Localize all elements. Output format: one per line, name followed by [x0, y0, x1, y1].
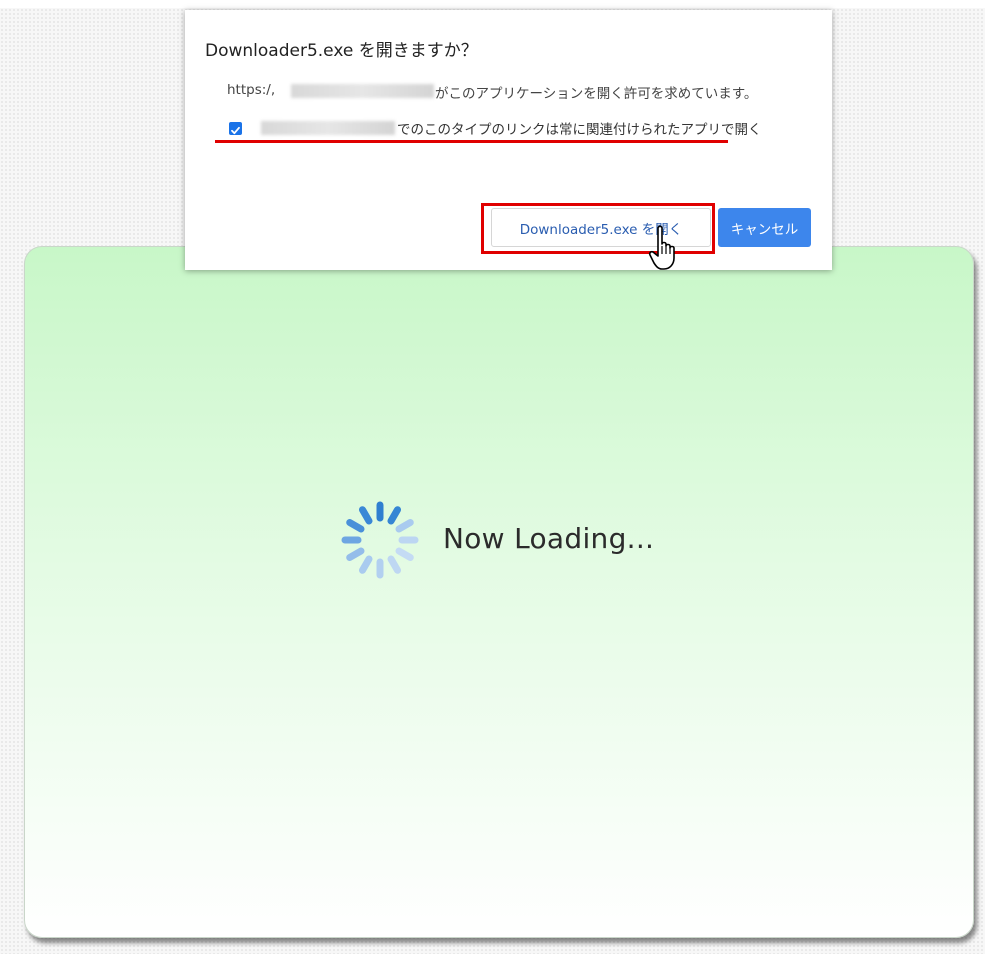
hand-pointer-cursor-icon — [648, 225, 675, 270]
loading-spinner-icon — [341, 501, 419, 579]
loading-text: Now Loading... — [443, 522, 655, 555]
dialog-title: Downloader5.exe を開きますか？ — [205, 41, 478, 61]
browser-top-strip — [0, 0, 985, 8]
loading-panel — [24, 246, 974, 938]
checkmark-icon — [231, 126, 240, 135]
dialog-message-prefix: https:/, — [227, 82, 276, 98]
redacted-url — [291, 84, 434, 98]
always-open-checkbox[interactable] — [229, 122, 242, 135]
always-open-checkbox-label[interactable]: でのこのタイプのリンクは常に関連付けられたアプリで開く — [397, 118, 762, 138]
cancel-button[interactable]: キャンセル — [718, 208, 811, 247]
open-app-dialog: Downloader5.exe を開きますか？ https:/, がこのアプリケ… — [185, 10, 832, 270]
highlight-underline — [215, 140, 728, 143]
dialog-message-suffix: がこのアプリケーションを開く許可を求めています。 — [435, 86, 758, 102]
redacted-domain — [261, 121, 395, 135]
